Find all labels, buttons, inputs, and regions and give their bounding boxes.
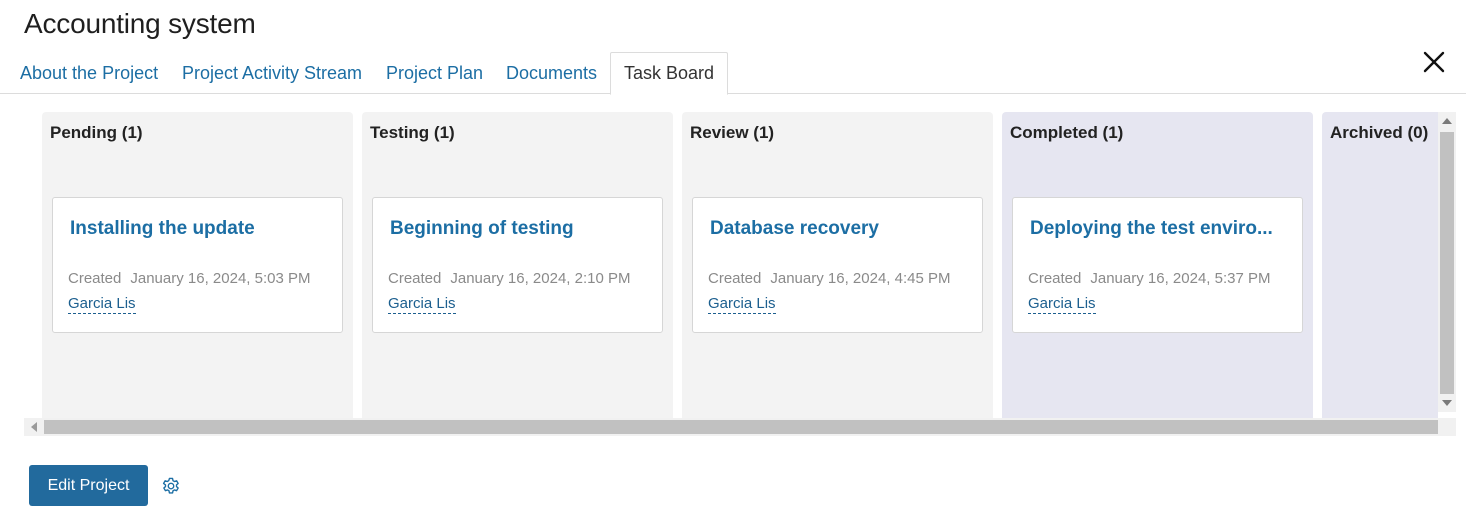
tab-task-board[interactable]: Task Board (610, 52, 729, 95)
created-label: Created (1028, 270, 1082, 287)
tab-about-the-project[interactable]: About the Project (7, 52, 171, 94)
task-card[interactable]: Database recovery Created January 16, 202… (692, 197, 983, 333)
scroll-up-arrow-icon[interactable] (1442, 118, 1452, 124)
column-header: Review (1) (690, 123, 775, 142)
created-label: Created (68, 270, 122, 287)
tab-project-plan[interactable]: Project Plan (373, 52, 496, 94)
scrollbar-corner (1438, 418, 1456, 436)
column-header: Archived (0) (1330, 123, 1429, 142)
created-date: January 16, 2024, 5:03 PM (130, 270, 311, 287)
task-created: Created January 16, 2024, 5:37 PM (1028, 270, 1271, 287)
task-author-link[interactable]: Garcia Lis (68, 295, 136, 314)
horizontal-scrollbar[interactable] (24, 418, 1438, 436)
task-author-link[interactable]: Garcia Lis (708, 295, 776, 314)
column-review: Review (1) Database recovery Created Janu… (682, 112, 993, 418)
task-created: Created January 16, 2024, 4:45 PM (708, 270, 951, 287)
column-header: Completed (1) (1010, 123, 1124, 142)
created-date: January 16, 2024, 2:10 PM (450, 270, 631, 287)
scroll-down-arrow-icon[interactable] (1442, 400, 1452, 406)
horizontal-scroll-thumb[interactable] (44, 420, 1438, 434)
settings-button[interactable] (160, 475, 182, 497)
column-header: Pending (1) (50, 123, 143, 142)
tab-bar: About the Project Project Activity Strea… (0, 52, 1466, 95)
column-archived: Archived (0) (1322, 112, 1438, 418)
task-created: Created January 16, 2024, 2:10 PM (388, 270, 631, 287)
task-author-link[interactable]: Garcia Lis (1028, 295, 1096, 314)
vertical-scroll-thumb[interactable] (1440, 132, 1454, 394)
column-testing: Testing (1) Beginning of testing Created… (362, 112, 673, 418)
task-board: Pending (1) Installing the update Create… (24, 112, 1438, 418)
created-date: January 16, 2024, 5:37 PM (1090, 270, 1271, 287)
vertical-scrollbar[interactable] (1438, 112, 1456, 412)
created-label: Created (388, 270, 442, 287)
column-pending: Pending (1) Installing the update Create… (42, 112, 353, 418)
task-title-link[interactable]: Beginning of testing (390, 218, 650, 240)
task-author-link[interactable]: Garcia Lis (388, 295, 456, 314)
task-title-link[interactable]: Database recovery (710, 218, 970, 240)
page-title: Accounting system (24, 8, 256, 39)
gear-icon (162, 477, 179, 494)
task-created: Created January 16, 2024, 5:03 PM (68, 270, 311, 287)
column-header: Testing (1) (370, 123, 455, 142)
tab-project-activity-stream[interactable]: Project Activity Stream (169, 52, 375, 94)
task-card[interactable]: Beginning of testing Created January 16, … (372, 197, 663, 333)
column-completed: Completed (1) Deploying the test enviro.… (1002, 112, 1313, 418)
task-card[interactable]: Installing the update Created January 16,… (52, 197, 343, 333)
tab-documents[interactable]: Documents (493, 52, 610, 94)
task-card[interactable]: Deploying the test enviro... Created Janu… (1012, 197, 1303, 333)
created-date: January 16, 2024, 4:45 PM (770, 270, 951, 287)
edit-project-button[interactable]: Edit Project (29, 465, 148, 506)
task-title-link[interactable]: Deploying the test enviro... (1030, 218, 1290, 240)
created-label: Created (708, 270, 762, 287)
task-title-link[interactable]: Installing the update (70, 218, 330, 240)
scroll-left-arrow-icon[interactable] (31, 422, 37, 432)
